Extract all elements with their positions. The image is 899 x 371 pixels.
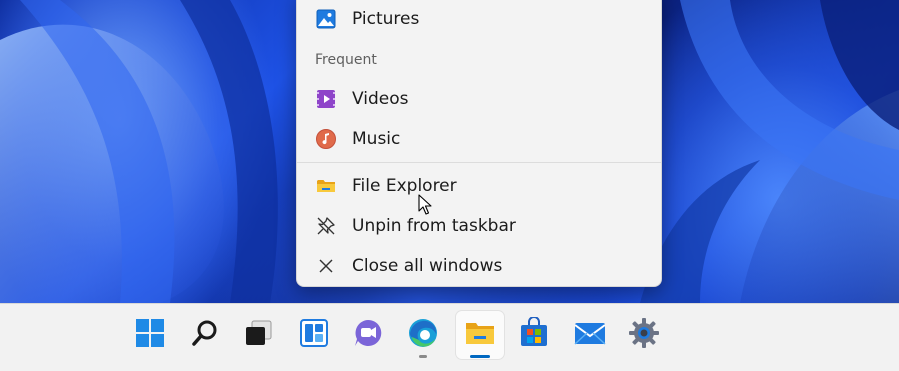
- jump-list-action-file-explorer[interactable]: File Explorer: [297, 168, 661, 204]
- jump-list-item-label: Pictures: [352, 9, 420, 29]
- close-icon: [316, 256, 336, 276]
- microsoft-store-icon: [518, 316, 550, 353]
- taskbar-store-button[interactable]: [510, 311, 558, 359]
- jump-list-item-label: Unpin from taskbar: [352, 216, 516, 236]
- file-explorer-active-indicator: [470, 355, 490, 358]
- music-icon: [316, 129, 336, 149]
- jump-list-item-label: Close all windows: [352, 256, 503, 276]
- taskbar-start-button[interactable]: [126, 311, 174, 359]
- mail-icon: [573, 318, 607, 352]
- jump-list-action-close-all[interactable]: Close all windows: [297, 248, 661, 284]
- menu-divider: [297, 162, 661, 163]
- taskbar-edge-button[interactable]: [399, 311, 447, 359]
- jump-list-item-label: Music: [352, 129, 401, 149]
- settings-gear-icon: [628, 317, 660, 353]
- edge-running-indicator: [419, 355, 427, 358]
- taskbar-search-button[interactable]: [181, 311, 229, 359]
- file-explorer-icon: [464, 317, 496, 353]
- search-icon: [191, 319, 219, 351]
- mouse-cursor-icon: [418, 194, 432, 220]
- widgets-icon: [299, 318, 329, 352]
- taskbar-task-view-button[interactable]: [234, 311, 282, 359]
- taskbar-mail-button[interactable]: [566, 311, 614, 359]
- jump-list-item-music[interactable]: Music: [297, 121, 661, 157]
- jump-list-item-videos[interactable]: Videos: [297, 81, 661, 117]
- teams-chat-icon: [352, 317, 384, 353]
- folder-icon: [316, 176, 336, 196]
- jump-list-menu: Pictures Frequent Videos Music File Expl…: [296, 0, 662, 287]
- pictures-icon: [316, 9, 336, 29]
- jump-list-item-label: File Explorer: [352, 176, 457, 196]
- windows-start-icon: [135, 318, 165, 352]
- edge-browser-icon: [407, 317, 439, 353]
- jump-list-item-label: Videos: [352, 89, 409, 109]
- jump-list-action-unpin[interactable]: Unpin from taskbar: [297, 208, 661, 244]
- taskbar-widgets-button[interactable]: [290, 311, 338, 359]
- task-view-icon: [243, 318, 273, 352]
- taskbar-settings-button[interactable]: [620, 311, 668, 359]
- jump-list-item-pictures[interactable]: Pictures: [297, 1, 661, 37]
- taskbar-file-explorer-button[interactable]: [456, 311, 504, 359]
- frequent-section-header: Frequent: [315, 52, 377, 68]
- taskbar: [0, 303, 899, 371]
- taskbar-chat-button[interactable]: [344, 311, 392, 359]
- unpin-icon: [316, 216, 336, 236]
- videos-icon: [316, 89, 336, 109]
